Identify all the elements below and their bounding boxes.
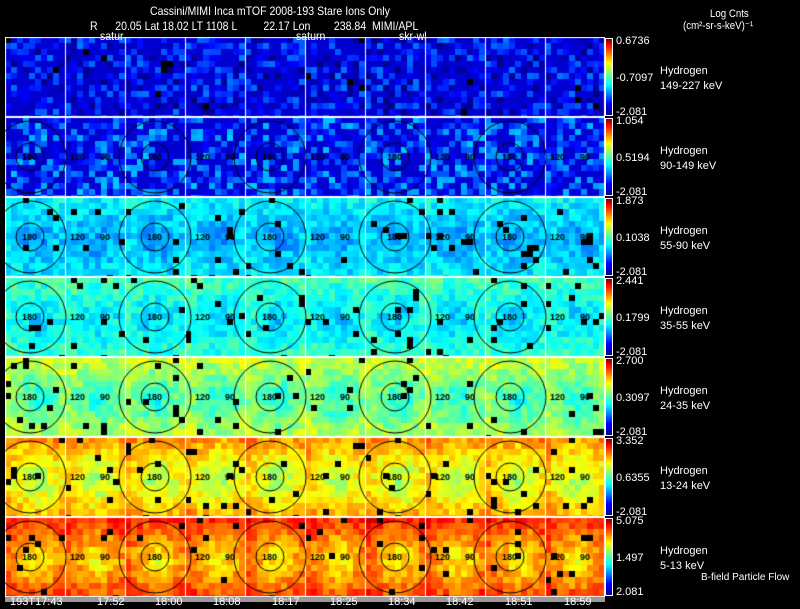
annotation-skr-wl: skr-wl — [399, 29, 427, 43]
colorbar — [605, 278, 613, 356]
row-energy-label: 24-35 keV — [660, 400, 711, 412]
colorbar-max-label: 0.6736 — [616, 35, 650, 47]
colorbar — [605, 438, 613, 516]
colorbar — [605, 38, 613, 116]
time-tick-label: 193T17:43 — [10, 596, 63, 608]
row-species-label: Hydrogen — [660, 65, 708, 77]
row-energy-label: 5-13 keV — [660, 560, 705, 572]
time-tick-label: 18:25 — [330, 596, 358, 608]
time-tick-label: 18:51 — [505, 596, 533, 608]
row-species-label: Hydrogen — [660, 385, 708, 397]
time-tick-label: 18:08 — [213, 596, 241, 608]
annotation-satur: satur — [100, 29, 124, 43]
time-tick-label: 18:59 — [564, 596, 592, 608]
time-tick-label: 18:17 — [272, 596, 300, 608]
colorbar-max-label: 2.700 — [616, 355, 644, 367]
colorbar-max-label: 5.075 — [616, 515, 644, 527]
colorbar — [605, 118, 613, 196]
row-energy-label: 35-55 keV — [660, 320, 711, 332]
units-label-2: (cm²-sr-s-keV)⁻¹ — [683, 20, 754, 32]
colorbar-mid-label: 0.1799 — [616, 312, 650, 324]
colorbar-max-label: 3.352 — [616, 435, 644, 447]
colorbar — [605, 358, 613, 436]
plot-title: Cassini/MIMI Inca mTOF 2008-193 Stare Io… — [150, 4, 390, 18]
colorbar-mid-label: -0.7097 — [616, 72, 654, 84]
colorbar-mid-label: 0.3097 — [616, 392, 650, 404]
colorbar-max-label: 1.873 — [616, 195, 644, 207]
colorbar — [605, 518, 613, 596]
time-tick-label: 18:00 — [155, 596, 183, 608]
row-species-label: Hydrogen — [660, 545, 708, 557]
row-energy-label: 13-24 keV — [660, 480, 711, 492]
colorbar-min-label: 2.081 — [616, 586, 644, 598]
colorbar — [605, 198, 613, 276]
colorbar-max-label: 1.054 — [616, 115, 644, 127]
energetic-neutral-atom-image-grid — [5, 37, 605, 597]
colorbar-mid-label: 1.497 — [616, 552, 644, 564]
orbit-info: R 20.05 Lat 18.02 LT 1108 L 22.17 Lon 23… — [90, 19, 419, 33]
row-species-label: Hydrogen — [660, 225, 708, 237]
row-species-label: Hydrogen — [660, 305, 708, 317]
colorbar-mid-label: 0.5194 — [616, 152, 650, 164]
colorbar-mid-label: 0.1038 — [616, 232, 650, 244]
row-energy-label: 149-227 keV — [660, 80, 723, 92]
row-energy-label: 90-149 keV — [660, 160, 717, 172]
time-tick-label: 17:52 — [97, 596, 125, 608]
bfield-legend: B-field Particle Flow — [701, 572, 790, 583]
row-species-label: Hydrogen — [660, 465, 708, 477]
annotation-saturn: saturn — [296, 29, 326, 43]
colorbar-mid-label: 0.6355 — [616, 472, 650, 484]
row-species-label: Hydrogen — [660, 145, 708, 157]
time-tick-label: 18:34 — [388, 596, 416, 608]
row-energy-label: 55-90 keV — [660, 240, 711, 252]
colorbar-max-label: 2.441 — [616, 275, 644, 287]
time-tick-label: 18:42 — [446, 596, 474, 608]
